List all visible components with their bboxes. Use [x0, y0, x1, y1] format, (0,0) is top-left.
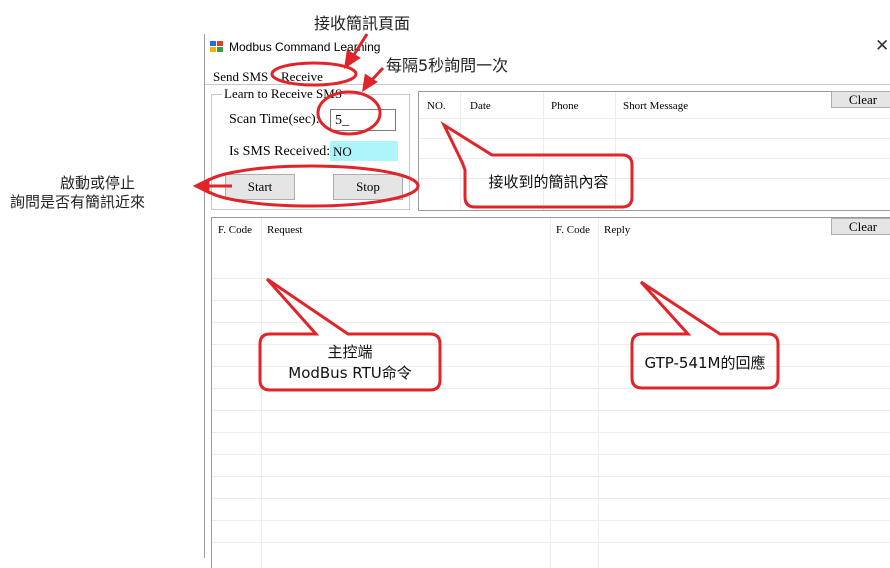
- annotation-receive-page: 接收簡訊頁面: [314, 14, 411, 33]
- scan-time-highlight: [316, 90, 382, 136]
- annotation-scan-interval: 每隔5秒詢問一次: [386, 56, 509, 75]
- receive-tab-highlight: [270, 61, 358, 87]
- annotation-start-stop-line1: 啟動或停止: [60, 174, 136, 192]
- received-content-callout: [440, 120, 634, 209]
- arrow-head-start-stop: [192, 177, 210, 195]
- annotation-master-line2: ModBus RTU命令: [288, 364, 412, 382]
- annotation-start-stop-line2: 詢問是否有簡訊近來: [10, 193, 146, 211]
- annotation-master-line1: 主控端: [327, 343, 373, 361]
- annotation-received-content: 接收到的簡訊內容: [488, 173, 609, 191]
- annotation-reply: GTP-541M的回應: [644, 354, 766, 372]
- start-stop-highlight: [202, 164, 420, 208]
- annotation-overlay: [192, 33, 780, 392]
